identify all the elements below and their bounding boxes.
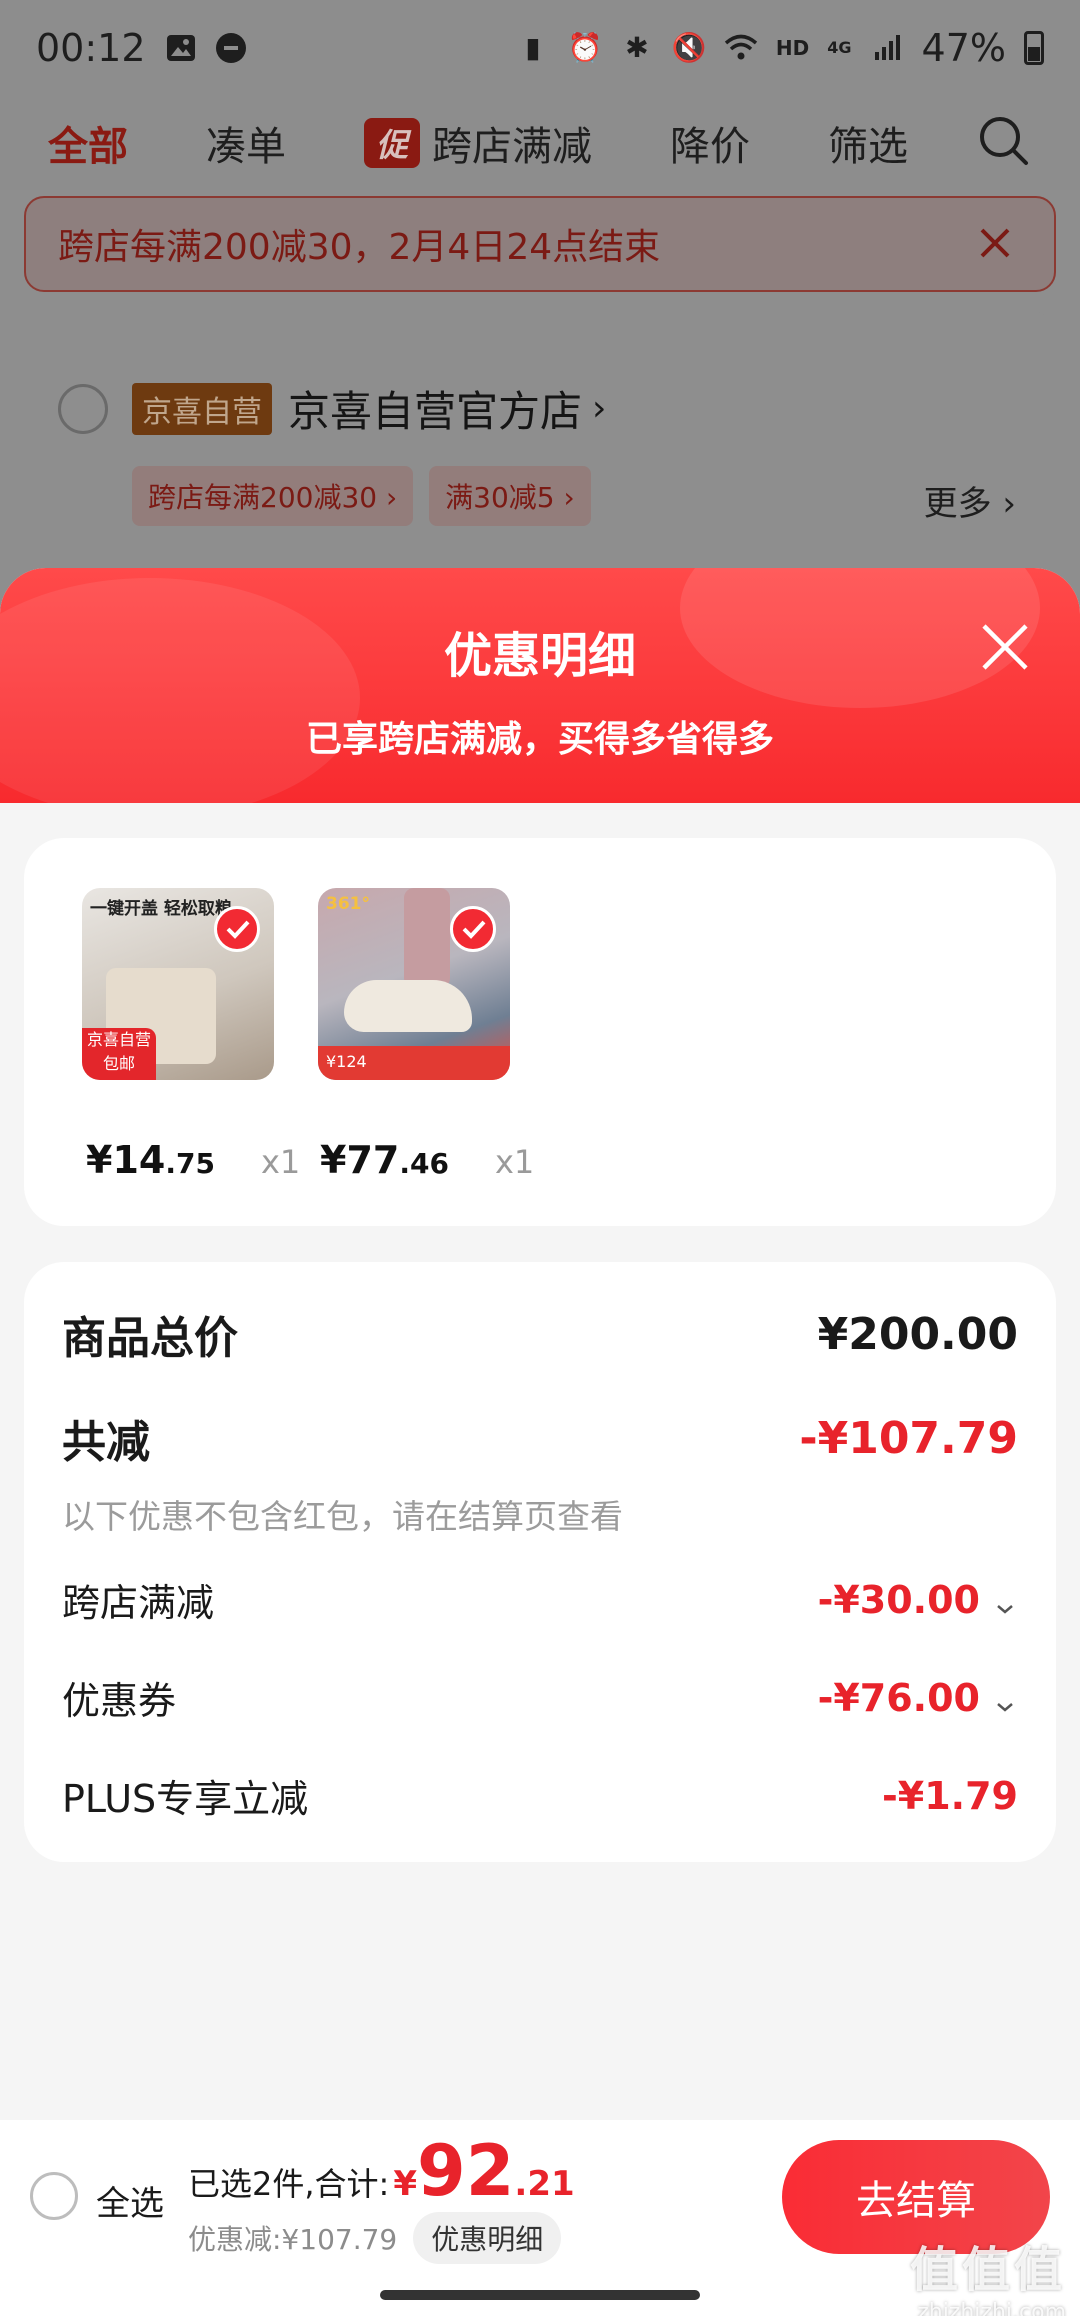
- product-item[interactable]: 一键开盖 轻松取粮 京喜自营 包邮: [82, 888, 282, 1080]
- product-price: ¥77.46: [320, 1138, 449, 1182]
- product-thumbnail[interactable]: 一键开盖 轻松取粮 京喜自营 包邮: [82, 888, 274, 1080]
- total-line: 已选2件,合计: ¥ 92 .21: [188, 2130, 575, 2212]
- close-icon[interactable]: [978, 620, 1032, 674]
- promo-chip[interactable]: 满30减5 ›: [429, 466, 591, 526]
- shop-tag: 京喜自营: [132, 382, 272, 435]
- discount-label: PLUS专享立减: [62, 1777, 309, 1821]
- discount-summary-text: 优惠减:¥107.79: [188, 2223, 398, 2256]
- discount-detail-button[interactable]: 优惠明细: [413, 2212, 562, 2264]
- wifi-icon: [724, 31, 758, 65]
- discount-value-wrap: -¥30.00: [818, 1578, 1018, 1622]
- tab-all[interactable]: 全部: [48, 114, 128, 172]
- product-price-line: ¥14.75 x1: [86, 1138, 300, 1182]
- product-price-line: ¥77.46 x1: [320, 1138, 534, 1182]
- chevron-down-icon[interactable]: [992, 1587, 1018, 1614]
- bluetooth-icon: ✱: [625, 31, 649, 64]
- watermark: 值值值 zhizhizhi.com: [910, 2230, 1066, 2316]
- total-value: ¥200.00: [817, 1308, 1018, 1360]
- discount-row: PLUS专享立减 -¥1.79: [62, 1768, 1018, 1823]
- network-type: 4G: [827, 38, 852, 57]
- summary-row-total: 商品总价 ¥200.00: [62, 1302, 1018, 1366]
- dnd-icon: [215, 32, 246, 63]
- more-button[interactable]: 更多 ›: [924, 476, 1016, 525]
- price-summary-card: 商品总价 ¥200.00 共减 -¥107.79 以下优惠不包含红包，请在结算页…: [24, 1262, 1056, 1862]
- close-icon[interactable]: [970, 218, 1020, 268]
- cart-filter-nav: 全部 凑单 促 跨店满减 降价 筛选: [0, 95, 1080, 190]
- discount-detail-sheet: 优惠明细 已享跨店满减，买得多省得多 一键开盖 轻松取粮 京喜自营 包邮 361…: [0, 568, 1080, 2316]
- discount-note: 以下优惠不包含红包，请在结算页查看: [62, 1497, 623, 1536]
- status-bar: 00:12 ▮ ⏰ ✱ 🔇 HD 4G 47%: [0, 0, 1080, 95]
- checked-icon: [214, 906, 260, 952]
- discount-value-wrap: -¥76.00: [818, 1676, 1018, 1720]
- discount-row[interactable]: 优惠券 -¥76.00: [62, 1670, 1018, 1725]
- tab-cross-store-discount[interactable]: 促 跨店满减: [364, 114, 592, 172]
- product-thumbnail[interactable]: 361° ¥124: [318, 888, 510, 1080]
- tab-price-drop[interactable]: 降价: [670, 114, 750, 172]
- sheet-title: 优惠明细: [443, 628, 636, 684]
- battery-icon: [1024, 30, 1044, 65]
- sheet-header: 优惠明细 已享跨店满减，买得多省得多: [0, 568, 1080, 803]
- product-quantity: x1: [260, 1143, 301, 1181]
- total-integer: 92: [417, 2130, 515, 2212]
- shop-name[interactable]: 京喜自营官方店: [288, 378, 582, 439]
- product-item[interactable]: 361° ¥124: [318, 888, 518, 1080]
- reduce-label: 共减: [62, 1417, 150, 1468]
- promo-banner: 跨店每满200减30，2月4日24点结束: [24, 196, 1056, 292]
- status-time: 00:12: [36, 25, 146, 70]
- discount-label: 跨店满减: [62, 1581, 215, 1625]
- currency-symbol: ¥: [393, 2164, 417, 2204]
- search-icon[interactable]: [976, 113, 1032, 169]
- promo-chip[interactable]: 跨店每满200减30 ›: [132, 466, 414, 526]
- discount-value: -¥1.79: [882, 1773, 1018, 1818]
- price-decimal: .46: [399, 1147, 449, 1180]
- mute-icon: 🔇: [671, 31, 707, 64]
- thumbnail-badge: ¥124: [318, 1046, 510, 1080]
- header-decoration: [0, 578, 360, 803]
- product-image-shape: [404, 888, 450, 988]
- thumbnail-caption: 361°: [326, 894, 370, 914]
- selected-products-card: 一键开盖 轻松取粮 京喜自营 包邮 361° ¥124 ¥14.75 x1 ¥7…: [24, 838, 1056, 1226]
- sheet-subtitle: 已享跨店满减，买得多省得多: [305, 719, 774, 760]
- home-indicator[interactable]: [380, 2290, 700, 2300]
- price-integer: ¥14: [86, 1138, 166, 1182]
- price-integer: ¥77: [320, 1138, 400, 1182]
- select-all-label[interactable]: 全选: [96, 2176, 164, 2225]
- selected-count-text: 已选2件,合计:: [188, 2165, 390, 2203]
- thumbnail-badge: 京喜自营 包邮: [82, 1028, 156, 1080]
- tab-filter[interactable]: 筛选: [828, 114, 908, 172]
- total-label: 商品总价: [62, 1313, 238, 1364]
- nfc-icon: ▮: [525, 31, 541, 64]
- shop-select-radio[interactable]: [58, 383, 108, 434]
- promo-banner-text: 跨店每满200减30，2月4日24点结束: [58, 227, 661, 268]
- total-decimal: .21: [514, 2164, 575, 2204]
- tab-bundle[interactable]: 凑单: [206, 114, 286, 172]
- discount-label: 优惠券: [62, 1679, 177, 1723]
- discount-line: 优惠减:¥107.79 优惠明细: [188, 2212, 562, 2264]
- price-decimal: .75: [165, 1147, 215, 1180]
- discount-row[interactable]: 跨店满减 -¥30.00: [62, 1572, 1018, 1627]
- gallery-notification-icon: [164, 31, 198, 65]
- watermark-brand: 值值值: [909, 2242, 1066, 2298]
- summary-row-reduce: 共减 -¥107.79: [62, 1406, 1018, 1470]
- product-quantity: x1: [494, 1143, 535, 1181]
- battery-percent: 47%: [921, 25, 1006, 70]
- chevron-down-icon[interactable]: [992, 1685, 1018, 1712]
- tab-cross-store-label: 跨店满减: [432, 123, 593, 170]
- promo-tag: 促: [364, 117, 421, 168]
- watermark-url: zhizhizhi.com: [917, 2300, 1066, 2316]
- checked-icon: [450, 906, 496, 952]
- select-all-radio[interactable]: [30, 2172, 78, 2220]
- hd-indicator: HD: [775, 35, 810, 60]
- discount-value-wrap: -¥1.79: [882, 1774, 1018, 1818]
- signal-icon: [870, 31, 904, 65]
- product-image-shape: [344, 980, 472, 1032]
- alarm-icon: ⏰: [567, 31, 603, 64]
- discount-value: -¥30.00: [817, 1577, 980, 1622]
- discount-value: -¥76.00: [817, 1675, 980, 1720]
- thumbnail-caption: 一键开盖 轻松取粮: [90, 899, 232, 919]
- chevron-right-icon: ›: [592, 388, 607, 429]
- reduce-value: -¥107.79: [799, 1412, 1018, 1464]
- product-price: ¥14.75: [86, 1138, 215, 1182]
